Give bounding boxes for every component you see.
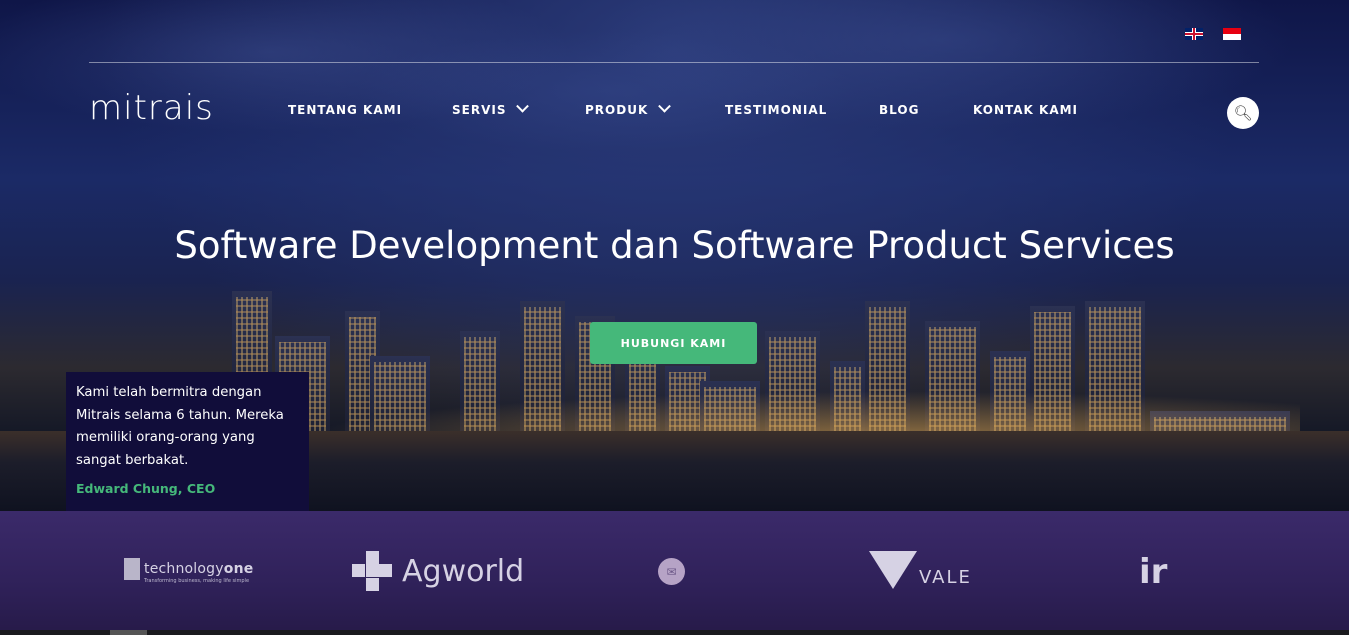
uk-flag-icon[interactable]	[1185, 28, 1203, 40]
testimonial-author: Edward Chung, CEO	[76, 481, 216, 496]
logo-text: technology	[144, 561, 224, 577]
agworld-mark-icon	[352, 551, 392, 591]
logo-text-bold: one	[223, 561, 254, 577]
client-logos-strip: technologyone Transforming business, mak…	[0, 511, 1349, 635]
envelope-icon: ✉	[666, 564, 677, 579]
nav-label: SERVIS	[452, 103, 507, 117]
contact-us-button[interactable]: HUBUNGI KAMI	[590, 322, 757, 364]
bottom-strip	[0, 630, 1349, 635]
nav-item-blog[interactable]: BLOG	[879, 103, 919, 117]
nav-item-kontak-kami[interactable]: KONTAK KAMI	[973, 103, 1078, 117]
nav-item-servis[interactable]: SERVIS	[452, 99, 530, 117]
search-button[interactable]: 🔍︎	[1227, 97, 1259, 129]
header-divider	[89, 62, 1259, 63]
testimonial-quote: Kami telah bermitra dengan Mitrais selam…	[76, 385, 284, 468]
logo-text: VALE	[919, 566, 972, 588]
technologyone-mark	[124, 558, 140, 580]
nav-label: PRODUK	[585, 103, 649, 117]
search-icon: 🔍︎	[1233, 103, 1253, 122]
logo-text: Agworld	[402, 553, 525, 589]
logo-tagline: Transforming business, making life simpl…	[144, 578, 250, 584]
logo-text: ir	[1139, 552, 1168, 592]
indonesia-flag-icon[interactable]	[1223, 28, 1241, 40]
vale-mark-icon	[869, 551, 917, 589]
ir-logo[interactable]: ir	[1139, 552, 1167, 592]
agworld-logo[interactable]: Agworld	[352, 551, 524, 591]
circle-client-logo[interactable]: ✉	[658, 558, 685, 585]
technologyone-logo[interactable]: technologyone Transforming business, mak…	[124, 558, 254, 584]
nav-item-testimonial[interactable]: TESTIMONIAL	[725, 103, 827, 117]
nav-item-tentang-kami[interactable]: TENTANG KAMI	[288, 103, 402, 117]
vale-logo[interactable]: VALE	[869, 551, 972, 589]
testimonial-card: Kami telah bermitra dengan Mitrais selam…	[66, 372, 309, 519]
nav-label: BLOG	[879, 103, 920, 117]
nav-label: TESTIMONIAL	[725, 103, 828, 117]
nav-label: KONTAK KAMI	[973, 103, 1079, 117]
nav-label: TENTANG KAMI	[288, 103, 403, 117]
mitrais-logo[interactable]: mitrais	[89, 88, 214, 128]
hero-title: Software Development dan Software Produc…	[174, 224, 1175, 267]
bottom-tab[interactable]	[110, 630, 147, 635]
nav-item-produk[interactable]: PRODUK	[585, 99, 672, 117]
